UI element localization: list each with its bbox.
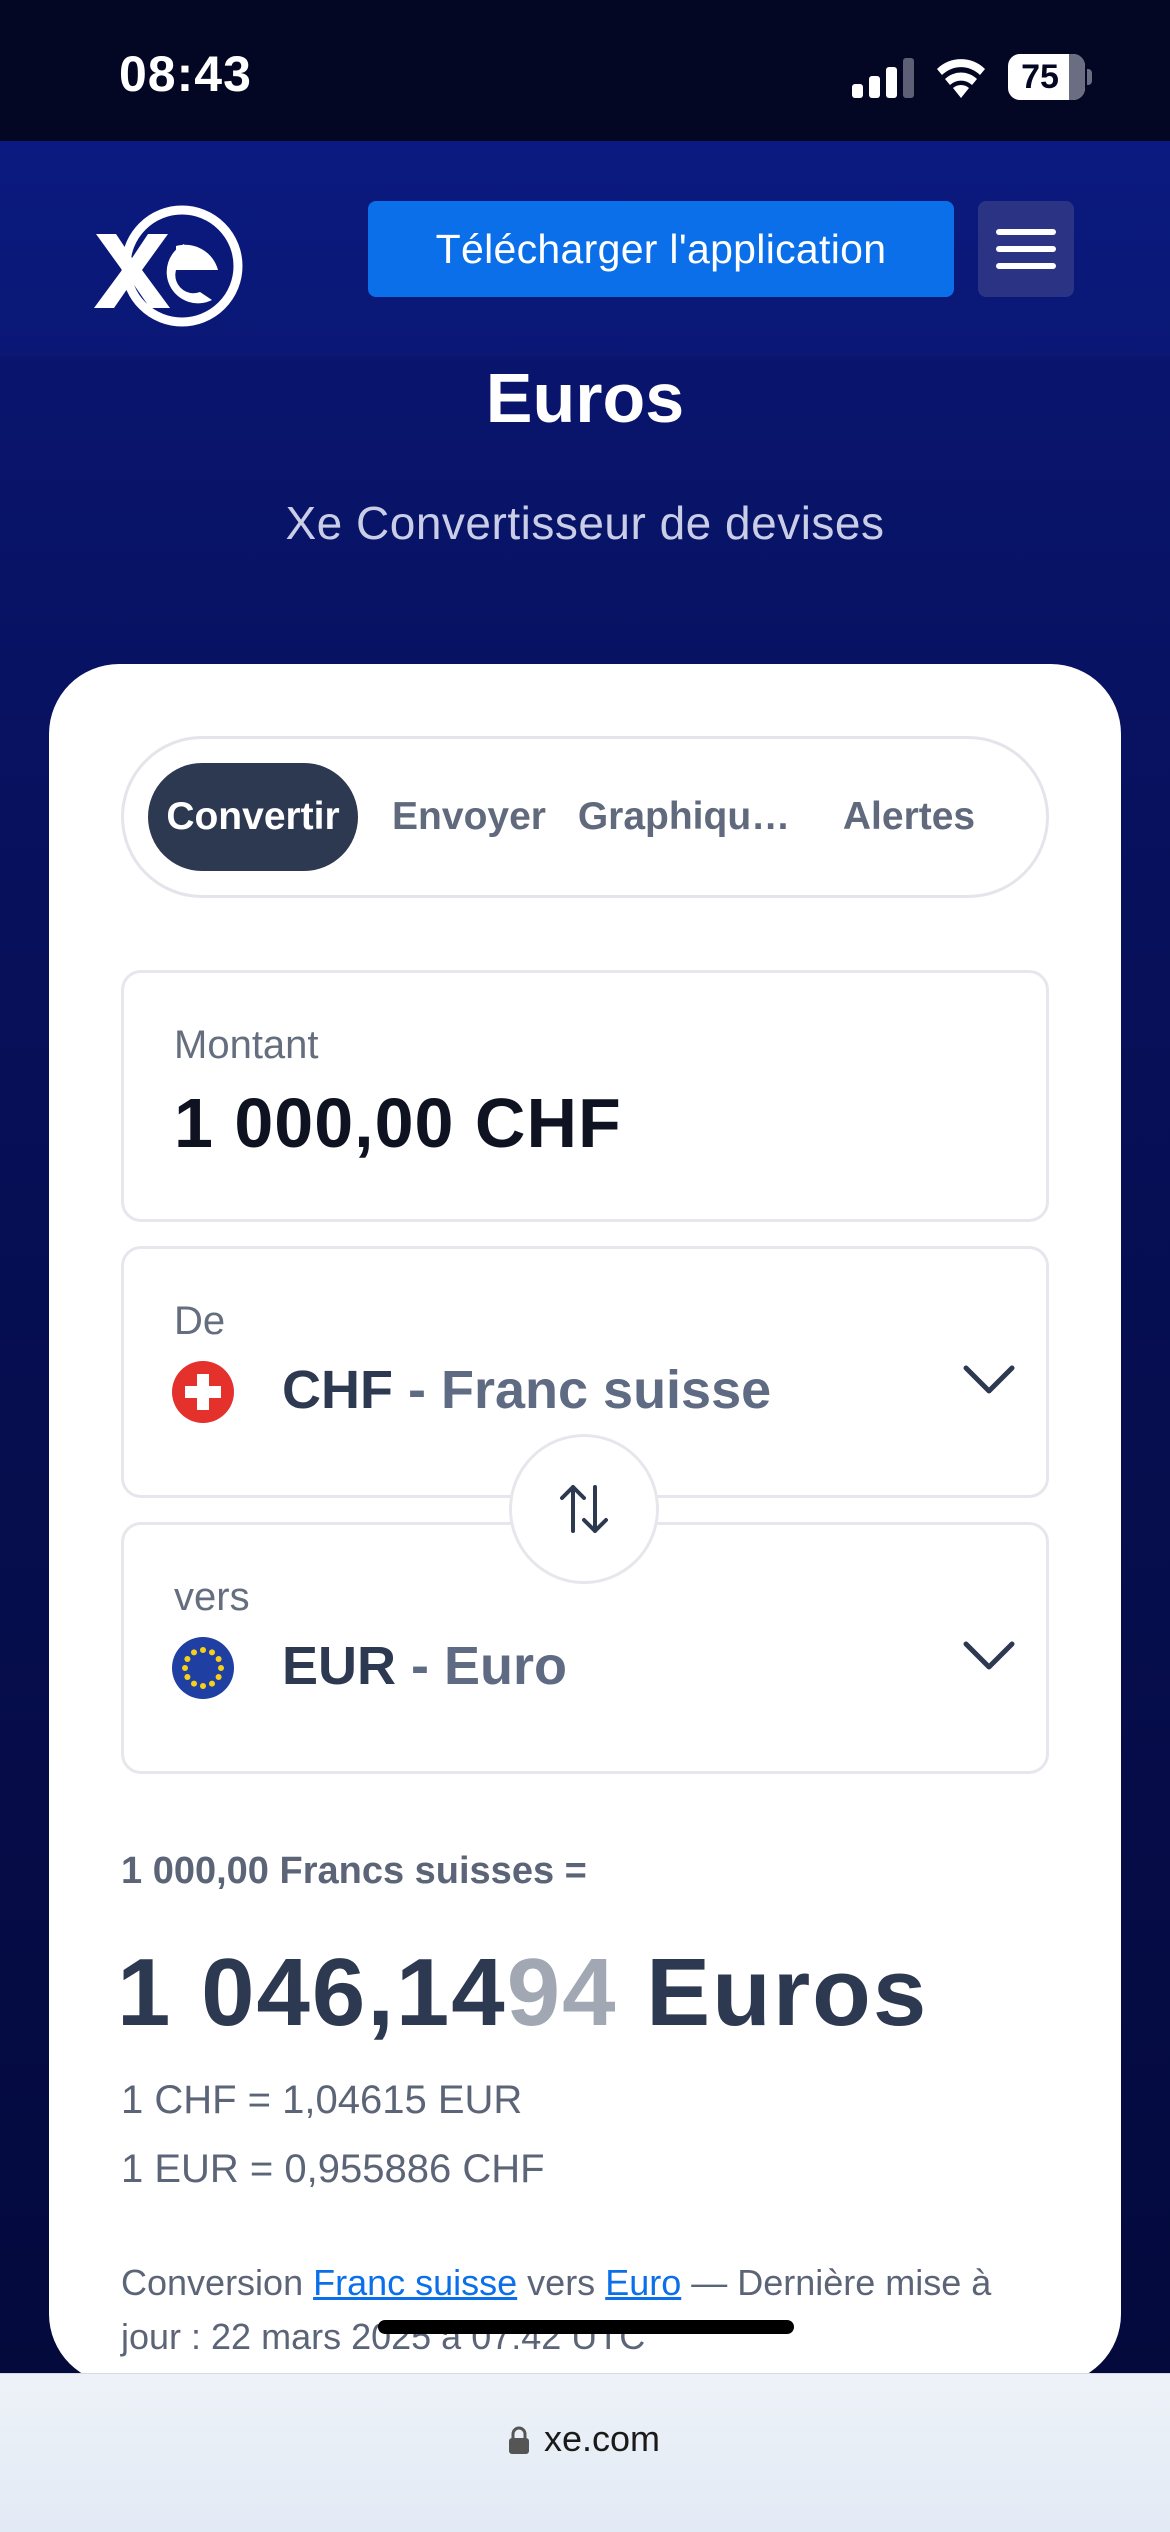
update-prefix: Conversion <box>121 2262 314 2303</box>
conversion-result-main: 1 046,14 <box>117 1939 507 2046</box>
status-bar: 08:43 75 <box>0 0 1170 141</box>
to-label: vers <box>174 1575 250 1619</box>
eu-flag-icon <box>172 1637 234 1699</box>
swap-currencies-button[interactable] <box>509 1434 659 1584</box>
wifi-icon <box>937 59 985 98</box>
hamburger-icon-bar <box>996 263 1056 269</box>
page-subtitle: Xe Convertisseur de devises <box>285 497 885 549</box>
converter-card: Convertir Envoyer Graphiqu… Alertes Mont… <box>49 664 1121 2384</box>
rate-eur-chf: 1 EUR = 0,955886 CHF <box>121 2147 545 2191</box>
conversion-result: 1 046,1494 Euros <box>117 1938 928 2048</box>
chevron-down-icon[interactable] <box>962 1363 1016 1397</box>
from-label: De <box>174 1299 226 1343</box>
to-currency-separator: - <box>396 1636 445 1696</box>
conversion-result-unit: Euros <box>617 1939 929 2046</box>
rate-chf-eur: 1 CHF = 1,04615 EUR <box>121 2078 523 2122</box>
swiss-flag-icon <box>172 1361 234 1423</box>
amount-input[interactable]: 1 000,00 CHF <box>174 1083 622 1163</box>
hamburger-icon-bar <box>996 246 1056 252</box>
amount-field[interactable]: Montant 1 000,00 CHF <box>121 970 1049 1222</box>
tab-charts[interactable]: Graphiqu… <box>574 763 794 871</box>
lock-icon <box>509 2426 529 2454</box>
conversion-result-faded-digits: 94 <box>506 1939 618 2046</box>
from-currency-separator: - <box>392 1360 441 1420</box>
swap-arrows-icon <box>560 1485 608 1533</box>
tab-alerts[interactable]: Alertes <box>814 763 1004 871</box>
euro-link[interactable]: Euro <box>605 2262 681 2303</box>
tab-bar: Convertir Envoyer Graphiqu… Alertes <box>121 736 1049 898</box>
tab-send[interactable]: Envoyer <box>374 763 564 871</box>
amount-label: Montant <box>174 1023 319 1067</box>
to-currency-name: Euro <box>444 1636 568 1696</box>
battery-level: 75 <box>1021 58 1059 96</box>
update-middle: vers <box>517 2262 606 2303</box>
page-title: Euros <box>485 359 685 437</box>
tab-convert[interactable]: Convertir <box>148 763 358 871</box>
browser-address-bar[interactable]: xe.com <box>0 2373 1170 2532</box>
franc-suisse-link[interactable]: Franc suisse <box>313 2262 517 2303</box>
from-currency-code: CHF <box>282 1360 393 1420</box>
status-time: 08:43 <box>119 46 252 102</box>
from-currency-name: Franc suisse <box>440 1360 772 1420</box>
home-indicator[interactable] <box>378 2320 794 2334</box>
xe-logo-icon[interactable] <box>92 200 252 332</box>
signal-icon <box>852 58 914 98</box>
to-currency-code: EUR <box>282 1636 397 1696</box>
chevron-down-icon[interactable] <box>962 1639 1016 1673</box>
download-app-button[interactable]: Télécharger l'application <box>368 201 954 297</box>
menu-button[interactable] <box>978 201 1074 297</box>
last-update-text: Conversion Franc suisse vers Euro — Dern… <box>121 2256 1051 2364</box>
hamburger-icon <box>996 229 1056 235</box>
battery-icon: 75 <box>1008 54 1092 100</box>
to-currency-text: EUR - Euro <box>282 1635 567 1697</box>
url-text[interactable]: xe.com <box>544 2418 660 2460</box>
from-currency-text: CHF - Franc suisse <box>282 1359 771 1421</box>
conversion-source-text: 1 000,00 Francs suisses = <box>121 1850 587 1892</box>
